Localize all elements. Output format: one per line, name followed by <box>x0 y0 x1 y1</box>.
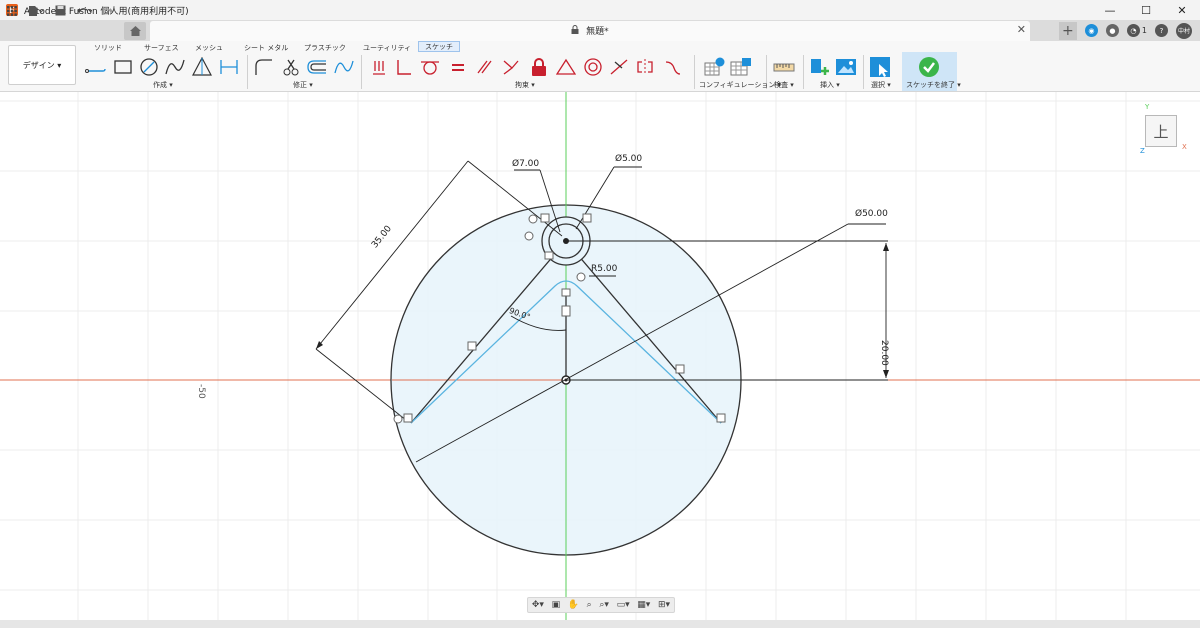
group-select[interactable]: 選択 ▾ <box>871 80 891 90</box>
view-cube-axis-z: Z <box>1140 147 1145 155</box>
document-tab[interactable]: 無題* ✕ <box>150 21 1030 41</box>
circle-tool-icon[interactable] <box>138 56 160 78</box>
navigation-bar: ✥▾ ▣ ✋ ⌕ ⌕▾ ▭▾ ▦▾ ⊞▾ <box>527 597 675 613</box>
group-inspect[interactable]: 検査 ▾ <box>774 80 794 90</box>
undo-icon[interactable] <box>74 2 94 19</box>
tab-sketch[interactable]: スケッチ <box>418 41 460 52</box>
user-avatar[interactable]: 中村 <box>1176 22 1192 39</box>
select-window-icon[interactable] <box>869 56 891 78</box>
help-icon[interactable]: ? <box>1155 24 1168 37</box>
dim-vertical-offset[interactable]: 20.00 <box>879 340 889 366</box>
fillet-tool-icon[interactable] <box>253 56 275 78</box>
viewports-icon[interactable]: ⊞▾ <box>658 600 670 610</box>
lock-icon <box>571 25 579 37</box>
tab-sheet-metal[interactable]: シート メタル <box>244 43 288 53</box>
workspace-switcher[interactable]: デザイン ▾ <box>8 45 76 85</box>
dim-fillet-radius[interactable]: R5.00 <box>591 264 617 274</box>
view-cube[interactable]: 上 <box>1145 115 1177 147</box>
fusion-app: F Autodesk Fusion 個人用(商用利用不可) — ☐ ✕ 無題* … <box>0 0 1200 628</box>
collinear-constraint-icon[interactable] <box>608 56 630 78</box>
offset-tool-icon[interactable] <box>306 56 328 78</box>
file-menu-icon[interactable] <box>26 2 46 19</box>
measure-icon[interactable] <box>773 56 795 78</box>
equal-constraint-icon[interactable] <box>447 56 469 78</box>
status-bar <box>0 620 1200 628</box>
look-at-icon[interactable]: ▣ <box>552 600 561 610</box>
group-insert[interactable]: 挿入 ▾ <box>820 80 840 90</box>
sketch-canvas[interactable]: Ø7.00 Ø5.00 Ø50.00 R5.00 35.00 20.00 90.… <box>0 92 1200 620</box>
concentric-constraint-icon[interactable] <box>582 56 604 78</box>
coincident-constraint-icon[interactable] <box>500 56 522 78</box>
header-right-icons: + ◉ ● ◔ 1 ? 中村 <box>1058 20 1192 41</box>
extensions-icon[interactable]: ◉ <box>1084 24 1098 37</box>
tab-utilities[interactable]: ユーティリティ <box>363 43 411 53</box>
trim-scissors-icon[interactable] <box>280 56 302 78</box>
group-create[interactable]: 作成 ▾ <box>153 80 173 90</box>
orbit-icon[interactable]: ✥▾ <box>532 600 544 610</box>
job-status-icon: ◔ <box>1126 24 1140 37</box>
pan-hand-icon[interactable]: ✋ <box>568 600 579 610</box>
home-icon[interactable] <box>124 22 146 40</box>
group-constraints[interactable]: 拘束 ▾ <box>515 80 535 90</box>
rectangle-tool-icon[interactable] <box>112 56 134 78</box>
toolbar-ribbon: デザイン ▾ ソリッド サーフェス メッシュ シート メタル プラスチック ユー… <box>0 41 1200 92</box>
view-cube-axis-y: Y <box>1145 103 1150 111</box>
sketch-svg <box>0 92 1200 620</box>
smooth-constraint-icon[interactable] <box>662 56 684 78</box>
tab-surface[interactable]: サーフェス <box>144 43 179 53</box>
new-tab-plus-icon[interactable]: + <box>1058 21 1077 40</box>
view-cube-axis-x: X <box>1182 143 1187 151</box>
zoom-icon[interactable]: ⌕ <box>587 600 592 610</box>
zoom-window-icon[interactable]: ⌕▾ <box>599 600 609 610</box>
save-icon[interactable] <box>52 2 68 19</box>
display-settings-icon[interactable]: ▭▾ <box>617 600 630 610</box>
dimension-tool-icon[interactable] <box>218 56 240 78</box>
tangent-constraint-icon[interactable] <box>419 56 441 78</box>
group-configuration[interactable]: コンフィギュレーション ▾ <box>699 80 781 90</box>
configuration-rule-icon[interactable] <box>730 56 752 78</box>
job-count: 1 <box>1141 26 1147 35</box>
axis-ruler-label: -50 <box>196 384 206 399</box>
configure-table-icon[interactable] <box>704 56 726 78</box>
line-tool-icon[interactable] <box>85 56 107 78</box>
polygon-tool-icon[interactable] <box>191 56 213 78</box>
perpendicular-constraint-icon[interactable] <box>393 56 415 78</box>
parallel-constraint-icon[interactable] <box>473 56 495 78</box>
tab-plastic[interactable]: プラスチック <box>304 43 346 53</box>
close-button[interactable]: ✕ <box>1164 0 1200 20</box>
document-title: 無題* <box>586 27 609 37</box>
window-controls: — ☐ ✕ <box>1092 0 1200 20</box>
apps-grid-icon[interactable] <box>5 2 19 19</box>
group-modify[interactable]: 修正 ▾ <box>293 80 313 90</box>
maximize-button[interactable]: ☐ <box>1128 0 1164 20</box>
spline-tool-icon[interactable] <box>333 56 355 78</box>
arc-tool-icon[interactable] <box>164 56 186 78</box>
redo-icon[interactable] <box>98 2 118 19</box>
symmetry-constraint-icon[interactable] <box>634 56 656 78</box>
job-status[interactable]: ◔ 1 <box>1126 24 1147 37</box>
lock-constraint-icon[interactable] <box>528 56 550 78</box>
dim-outer-diameter[interactable]: Ø50.00 <box>855 209 888 219</box>
notifications-icon[interactable]: ● <box>1105 24 1119 37</box>
dim-hole-large-diameter[interactable]: Ø7.00 <box>512 159 539 169</box>
finish-sketch-check-icon[interactable] <box>918 56 940 78</box>
title-bar: F Autodesk Fusion 個人用(商用利用不可) — ☐ ✕ <box>0 0 1200 20</box>
insert-derive-icon[interactable] <box>809 56 831 78</box>
document-tab-close-icon[interactable]: ✕ <box>1017 23 1026 36</box>
tab-mesh[interactable]: メッシュ <box>195 43 223 53</box>
minimize-button[interactable]: — <box>1092 0 1128 20</box>
tab-solid[interactable]: ソリッド <box>94 43 122 53</box>
midpoint-constraint-icon[interactable] <box>555 56 577 78</box>
group-finish-sketch[interactable]: スケッチを終了 ▾ <box>906 80 961 90</box>
view-cube-face[interactable]: 上 <box>1153 121 1168 142</box>
dim-hole-small-diameter[interactable]: Ø5.00 <box>615 154 642 164</box>
grid-settings-icon[interactable]: ▦▾ <box>637 600 650 610</box>
fix-constraint-icon[interactable] <box>368 56 390 78</box>
insert-image-icon[interactable] <box>835 56 857 78</box>
